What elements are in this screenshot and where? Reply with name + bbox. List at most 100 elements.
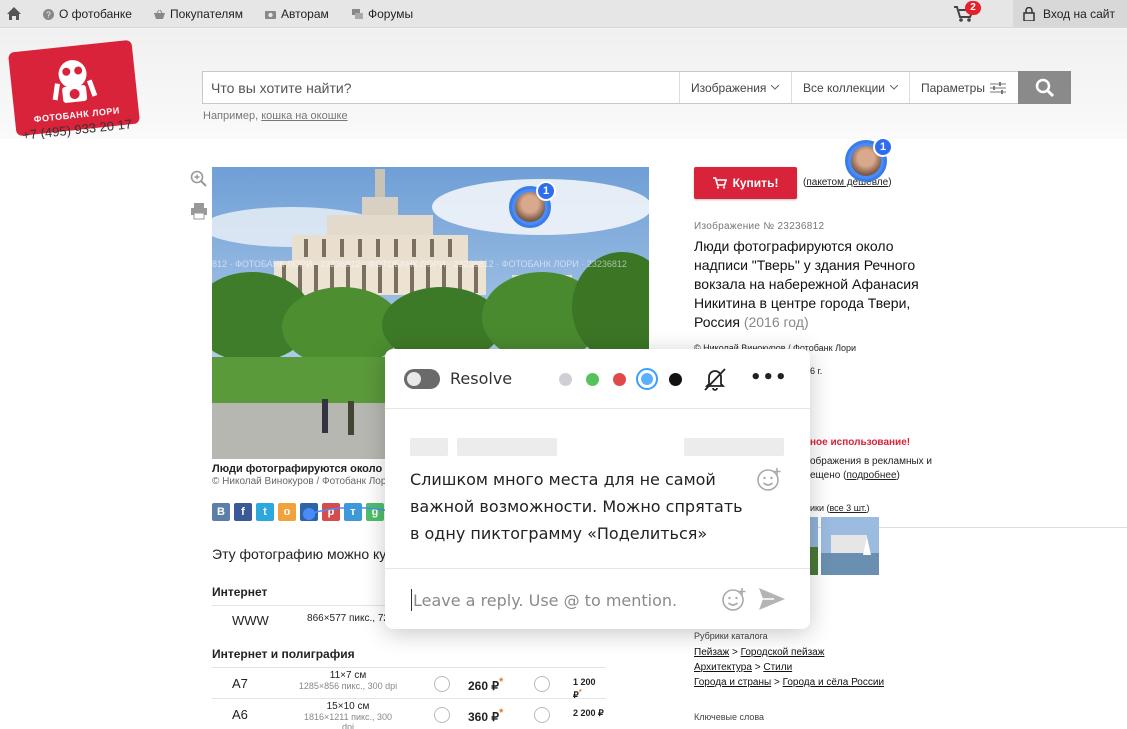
nav-item-label: Покупателям xyxy=(170,7,243,21)
size-sub: 1816×1211 пикс., 300 dpi xyxy=(303,712,393,729)
catalog-row: Архитектура > Стили xyxy=(694,662,793,673)
price-radio[interactable] xyxy=(434,707,450,723)
mute-bell-icon[interactable] xyxy=(702,366,728,392)
collections-dropdown[interactable]: Все коллекции xyxy=(791,72,909,103)
name-placeholder xyxy=(457,438,557,456)
pin-count-badge: 1 xyxy=(536,181,556,201)
format-label: A7 xyxy=(232,676,248,691)
nav-item-label: О фотобанке xyxy=(59,7,132,21)
send-icon[interactable] xyxy=(758,587,786,611)
catalog-title: Рубрики каталога xyxy=(694,631,768,641)
add-reaction-icon[interactable] xyxy=(756,466,782,492)
price-row[interactable]: A7 11×7 см 1285×856 пикс., 300 dpi 260 ₽*… xyxy=(212,667,606,700)
timestamp-placeholder xyxy=(684,438,784,456)
cart-icon xyxy=(712,177,727,189)
search-icon xyxy=(1035,78,1054,97)
packet-link[interactable]: (пакетом дешевле) xyxy=(803,177,892,188)
catalog-link[interactable]: Стили xyxy=(763,662,792,673)
comment-toolbar: Resolve ••• xyxy=(385,349,810,409)
lock-icon xyxy=(1023,7,1035,21)
collections-label: Все коллекции xyxy=(803,80,886,95)
price-standard: 360 ₽* xyxy=(468,707,503,724)
resolve-toggle[interactable] xyxy=(404,369,440,389)
cart-count-badge: 2 xyxy=(965,1,981,15)
catalog-link[interactable]: Городской пейзаж xyxy=(741,647,825,658)
comment-popup: Resolve ••• Слишком много места для не с… xyxy=(385,349,810,629)
usage-warning-text: ображения в рекламных и xyxy=(810,456,933,467)
buy-button[interactable]: Купить! xyxy=(694,167,797,199)
color-swatch-gray[interactable] xyxy=(559,373,572,386)
home-icon[interactable] xyxy=(6,6,22,21)
search-bar: Изображения Все коллекции Параметры xyxy=(202,71,1071,104)
image-year: (2016 год) xyxy=(743,314,809,330)
vk-share-icon[interactable]: В xyxy=(212,503,230,521)
color-swatch-black[interactable] xyxy=(669,373,682,386)
more-link[interactable]: подробнее xyxy=(846,470,896,481)
catalog-link[interactable]: Пейзаж xyxy=(694,647,729,658)
login-label: Вход на сайт xyxy=(1043,7,1115,21)
price-value: 260 ₽ xyxy=(468,679,499,693)
size-label: 15×10 см 1816×1211 пикс., 300 dpi xyxy=(298,701,398,729)
nav-item-authors[interactable]: Авторам xyxy=(265,7,329,21)
price-star: * xyxy=(578,687,582,696)
series-suffix: ) xyxy=(866,503,870,513)
image-type-dropdown[interactable]: Изображения xyxy=(679,72,791,103)
search-button[interactable] xyxy=(1018,71,1071,104)
login-button[interactable]: Вход на сайт xyxy=(1013,0,1127,28)
chat-bubbles-icon xyxy=(352,8,363,19)
zoom-icon[interactable] xyxy=(190,170,208,188)
example-link[interactable]: кошка на окошке xyxy=(261,110,347,122)
example-prefix: Например, xyxy=(203,110,259,122)
nav-item-buyers[interactable]: Покупателям xyxy=(154,7,243,21)
catalog-link[interactable]: Города и страны xyxy=(694,677,771,688)
price-row[interactable]: A6 15×10 см 1816×1211 пикс., 300 dpi 360 … xyxy=(212,698,606,729)
nav-item-label: Форумы xyxy=(368,7,414,21)
nav-item-forums[interactable]: Форумы xyxy=(352,7,413,21)
price-extended: 2 200 ₽ xyxy=(573,708,604,719)
price-value: 2 200 ₽ xyxy=(573,708,604,718)
more-options-icon[interactable]: ••• xyxy=(750,367,788,388)
usage-warning: ное использование! xyxy=(810,437,911,448)
price-radio[interactable] xyxy=(534,707,550,723)
twitter-share-icon[interactable]: t xyxy=(256,503,274,521)
series-link[interactable]: все 3 шт. xyxy=(830,503,867,513)
pin-count-badge: 1 xyxy=(873,137,893,157)
params-dropdown[interactable]: Параметры xyxy=(909,72,1019,103)
odnoklassniki-share-icon[interactable]: о xyxy=(278,503,296,521)
reply-divider xyxy=(385,568,810,569)
author-placeholder xyxy=(410,438,448,456)
chevron-down-icon xyxy=(890,85,899,90)
search-input[interactable] xyxy=(203,72,679,103)
price-radio[interactable] xyxy=(534,676,550,692)
keywords-title: Ключевые слова xyxy=(694,712,765,722)
color-swatch-blue-selected[interactable] xyxy=(636,368,658,390)
image-number: Изображение № 23236812 xyxy=(694,221,825,232)
print-icon[interactable] xyxy=(190,202,208,220)
size-sub: 1285×856 пикс., 300 dpi xyxy=(298,681,398,691)
internet-section-title: Интернет xyxy=(212,585,268,599)
color-swatch-red[interactable] xyxy=(613,373,626,386)
catalog-link[interactable]: Архитектура xyxy=(694,662,752,673)
pin-connector xyxy=(303,506,390,520)
nav-item-about[interactable]: ? О фотобанке xyxy=(43,7,132,21)
nav-item-label: Авторам xyxy=(281,7,329,21)
thumbnail[interactable] xyxy=(821,517,879,575)
print-section-title: Интернет и полиграфия xyxy=(212,647,355,661)
catalog-link[interactable]: Города и сёла России xyxy=(783,677,884,688)
warning-prefix: ещено ( xyxy=(810,470,847,481)
photo-caption: Люди фотографируются около н xyxy=(212,463,387,475)
price-radio[interactable] xyxy=(434,676,450,692)
size-main: 11×7 см xyxy=(329,670,367,681)
color-swatch-green[interactable] xyxy=(586,373,599,386)
facebook-share-icon[interactable]: f xyxy=(234,503,252,521)
price-standard: 260 ₽* xyxy=(468,676,503,693)
reply-input[interactable] xyxy=(411,589,711,611)
warning-suffix: ) xyxy=(896,470,900,481)
params-label: Параметры xyxy=(921,80,985,95)
resolve-label: Resolve xyxy=(450,369,513,388)
emoji-picker-icon[interactable] xyxy=(721,586,747,612)
buy-label: Купить! xyxy=(732,176,779,190)
series-prefix: ики ( xyxy=(810,503,830,513)
camera-icon xyxy=(265,10,276,19)
basket-icon xyxy=(154,9,165,19)
